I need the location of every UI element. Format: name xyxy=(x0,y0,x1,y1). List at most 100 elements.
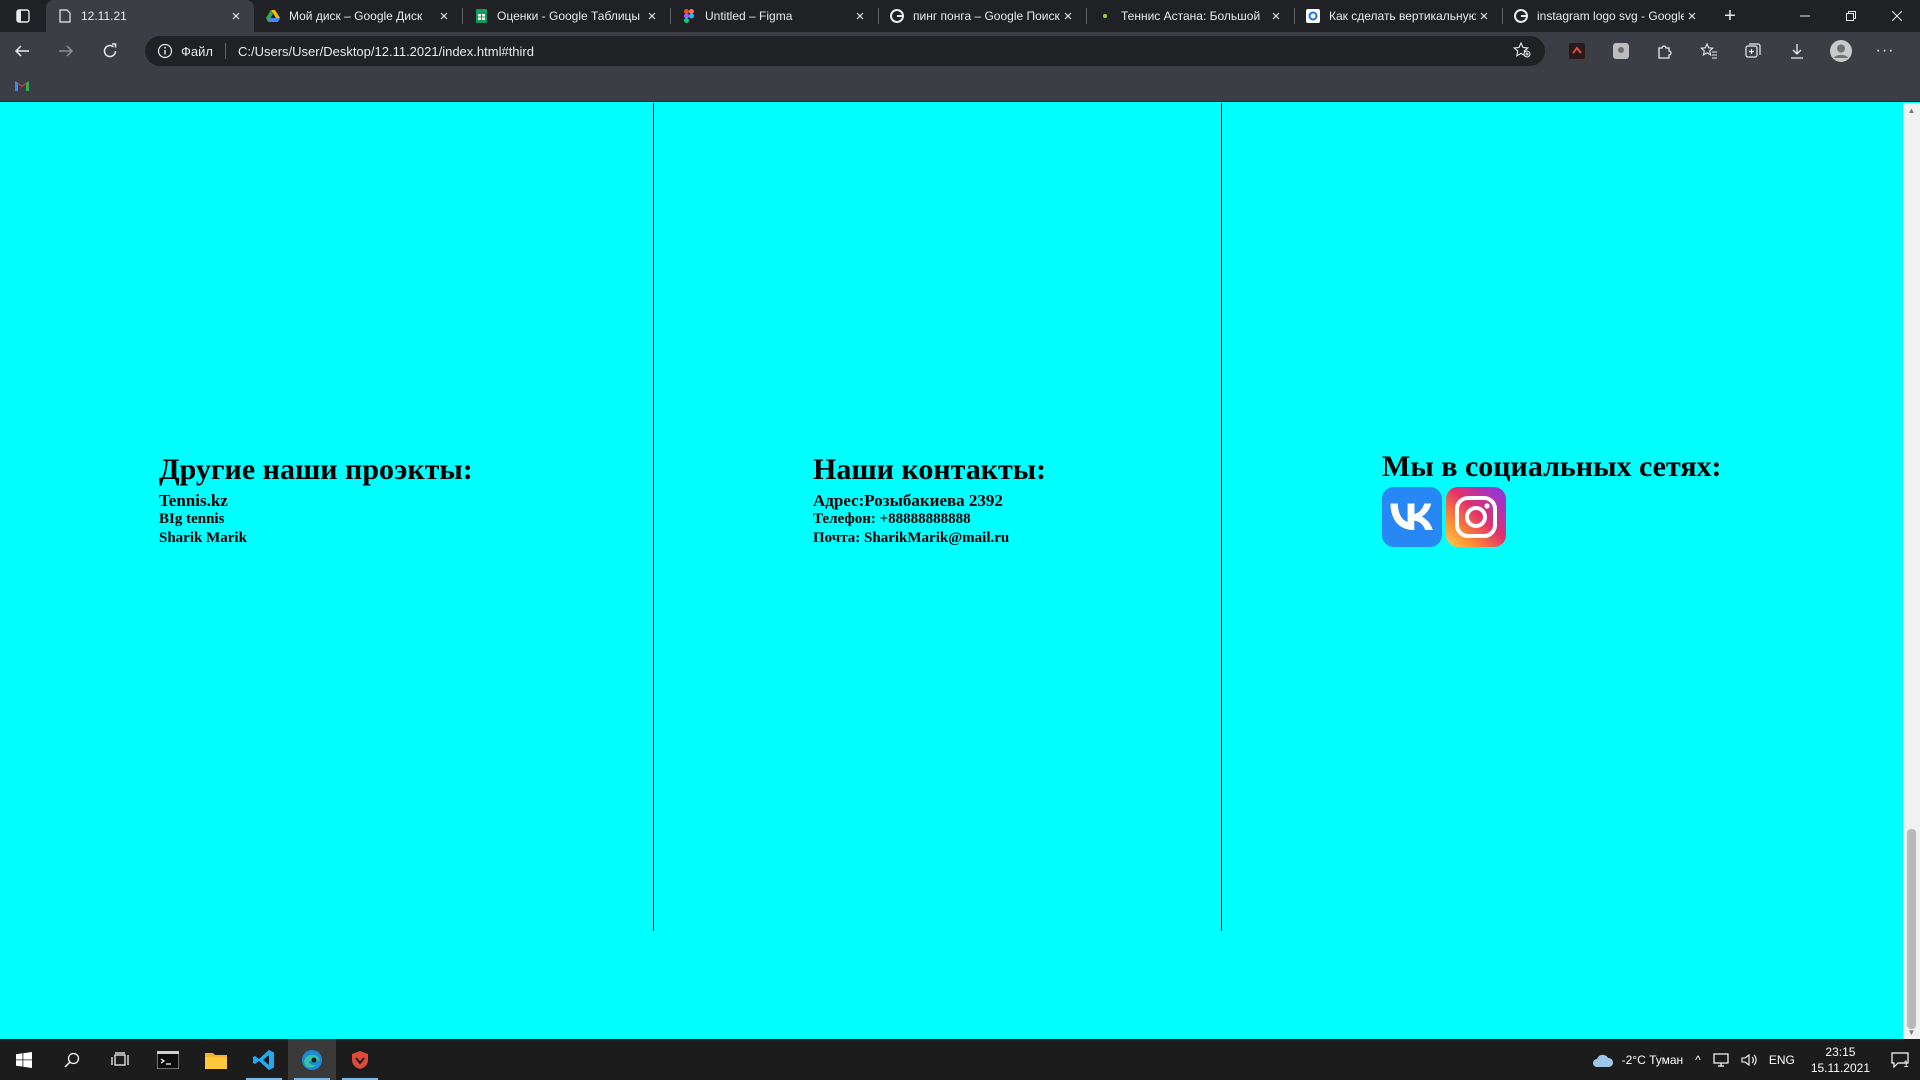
extension-gray-icon xyxy=(1613,43,1629,59)
scheme-label[interactable]: Файл xyxy=(181,44,213,59)
tab-12-11-21[interactable]: 12.11.21 × xyxy=(46,0,254,32)
new-tab-button[interactable]: + xyxy=(1710,0,1750,32)
close-icon[interactable]: × xyxy=(852,8,868,25)
settings-more-button[interactable]: ··· xyxy=(1863,32,1907,70)
tab-vertical-howto[interactable]: Как сделать вертикальную × xyxy=(1294,0,1502,32)
google-drive-icon xyxy=(266,9,280,23)
favorites-icon xyxy=(1700,42,1717,59)
scroll-down-arrow-icon[interactable]: ▼ xyxy=(1903,1025,1920,1039)
contact-email: Почта: SharikMarik@mail.ru xyxy=(813,530,1010,546)
tab-title: Untitled – Figma xyxy=(705,9,793,23)
contact-address: Адрес:Розыбакиева 2392 xyxy=(813,491,1003,510)
minimize-icon xyxy=(1800,15,1810,17)
volume-button[interactable] xyxy=(1735,1053,1763,1067)
profile-button[interactable] xyxy=(1819,32,1863,70)
favorites-button[interactable] xyxy=(1687,32,1731,70)
vk-icon[interactable] xyxy=(1382,487,1442,547)
folder-icon xyxy=(205,1052,227,1069)
puzzle-icon xyxy=(1658,45,1672,59)
browser-tab-bar: 12.11.21 × Мой диск – Google Диск × Оцен… xyxy=(0,0,1920,32)
back-button[interactable] xyxy=(0,32,44,70)
forward-button[interactable] xyxy=(44,32,88,70)
star-add-icon xyxy=(1512,41,1531,57)
google-icon xyxy=(890,9,904,23)
search-button[interactable] xyxy=(48,1039,96,1080)
clock-date: 15.11.2021 xyxy=(1810,1060,1870,1075)
start-button[interactable] xyxy=(0,1039,48,1080)
downloads-button[interactable] xyxy=(1775,32,1819,70)
column-divider xyxy=(1221,103,1222,931)
taskbar-edge[interactable] xyxy=(288,1039,336,1080)
tab-strip: 12.11.21 × Мой диск – Google Диск × Оцен… xyxy=(46,0,1710,32)
project-link[interactable]: Sharik Marik xyxy=(159,529,247,548)
projects-heading: Другие наши проэкты: xyxy=(159,453,473,486)
close-icon[interactable]: × xyxy=(644,8,660,25)
page-scrollbar[interactable]: ▲ ▼ xyxy=(1903,103,1920,1039)
instagram-icon[interactable] xyxy=(1446,487,1506,547)
extension-button[interactable] xyxy=(1555,32,1599,70)
close-icon[interactable]: × xyxy=(1268,8,1284,25)
taskbar-vscode[interactable] xyxy=(240,1039,288,1080)
close-icon[interactable]: × xyxy=(1476,8,1492,25)
task-view-button[interactable] xyxy=(96,1039,144,1080)
windows-logo-icon xyxy=(16,1051,32,1068)
close-icon xyxy=(1892,11,1902,21)
notification-count: 1 xyxy=(1903,1058,1909,1069)
taskbar-shield-app[interactable] xyxy=(336,1039,384,1080)
arrow-right-icon xyxy=(59,45,74,57)
tab-instagram-logo-search[interactable]: instagram logo svg - Google × xyxy=(1502,0,1710,32)
minimize-button[interactable] xyxy=(1782,0,1828,32)
action-center-button[interactable]: 1 xyxy=(1880,1039,1920,1080)
clock[interactable]: 23:15 15.11.2021 xyxy=(1801,1044,1880,1076)
tab-tennis-astana[interactable]: Теннис Астана: Большой × xyxy=(1086,0,1294,32)
extension-red-icon xyxy=(1569,43,1585,59)
collections-icon xyxy=(1745,43,1761,58)
weather-text: -2°C Туман xyxy=(1621,1052,1684,1067)
social-icons xyxy=(1382,487,1506,547)
chevron-up-icon: ^ xyxy=(1695,1052,1701,1067)
task-view-icon xyxy=(111,1051,129,1066)
show-hidden-icons-button[interactable]: ^ xyxy=(1689,1053,1707,1067)
collections-button[interactable] xyxy=(1731,32,1775,70)
restore-button[interactable] xyxy=(1828,0,1874,32)
tab-google-sheets[interactable]: Оценки - Google Таблицы × xyxy=(462,0,670,32)
tab-actions-menu-button[interactable] xyxy=(0,0,46,32)
taskbar-file-explorer[interactable] xyxy=(192,1039,240,1080)
project-link[interactable]: BIg tennis xyxy=(159,510,247,529)
input-language[interactable]: ENG xyxy=(1763,1053,1801,1067)
social-heading: Мы в социальных сетях: xyxy=(1382,450,1722,483)
tab-title: 12.11.21 xyxy=(81,9,127,23)
close-icon[interactable]: × xyxy=(436,8,452,25)
contacts-heading: Наши контакты: xyxy=(813,453,1047,486)
figma-icon xyxy=(682,9,696,23)
google-icon xyxy=(1514,9,1528,23)
contact-phone: Телефон: +88888888888 xyxy=(813,511,971,527)
extensions-area: ··· xyxy=(1555,32,1907,70)
tab-google-search-ping-pong[interactable]: пинг понга – Google Поиск × xyxy=(878,0,1086,32)
add-favorite-button[interactable] xyxy=(1512,41,1531,61)
tab-figma[interactable]: Untitled – Figma × xyxy=(670,0,878,32)
avatar-icon xyxy=(1830,40,1852,62)
close-icon[interactable]: × xyxy=(228,8,244,25)
close-icon[interactable]: × xyxy=(1684,8,1700,25)
scrollbar-thumb[interactable] xyxy=(1907,829,1916,1029)
address-url[interactable]: C:/Users/User/Desktop/12.11.2021/index.h… xyxy=(238,44,534,59)
close-icon[interactable]: × xyxy=(1060,8,1076,25)
network-button[interactable] xyxy=(1707,1052,1735,1067)
shield-icon xyxy=(352,1050,368,1069)
bookmark-gmail[interactable] xyxy=(14,78,30,92)
info-icon xyxy=(157,43,173,59)
close-window-button[interactable] xyxy=(1874,0,1920,32)
weather-widget[interactable]: -2°C Туман xyxy=(1586,1052,1690,1068)
restore-icon xyxy=(1846,11,1856,21)
address-bar[interactable]: Файл C:/Users/User/Desktop/12.11.2021/in… xyxy=(145,36,1545,66)
tab-title: instagram logo svg - Google xyxy=(1537,9,1684,23)
scroll-up-arrow-icon[interactable]: ▲ xyxy=(1903,103,1920,117)
project-link[interactable]: Tennis.kz xyxy=(159,491,247,510)
extension-button[interactable] xyxy=(1599,32,1643,70)
edge-icon xyxy=(302,1049,322,1070)
refresh-button[interactable] xyxy=(88,32,132,70)
extensions-button[interactable] xyxy=(1643,32,1687,70)
tab-google-drive[interactable]: Мой диск – Google Диск × xyxy=(254,0,462,32)
taskbar-terminal[interactable] xyxy=(144,1039,192,1080)
